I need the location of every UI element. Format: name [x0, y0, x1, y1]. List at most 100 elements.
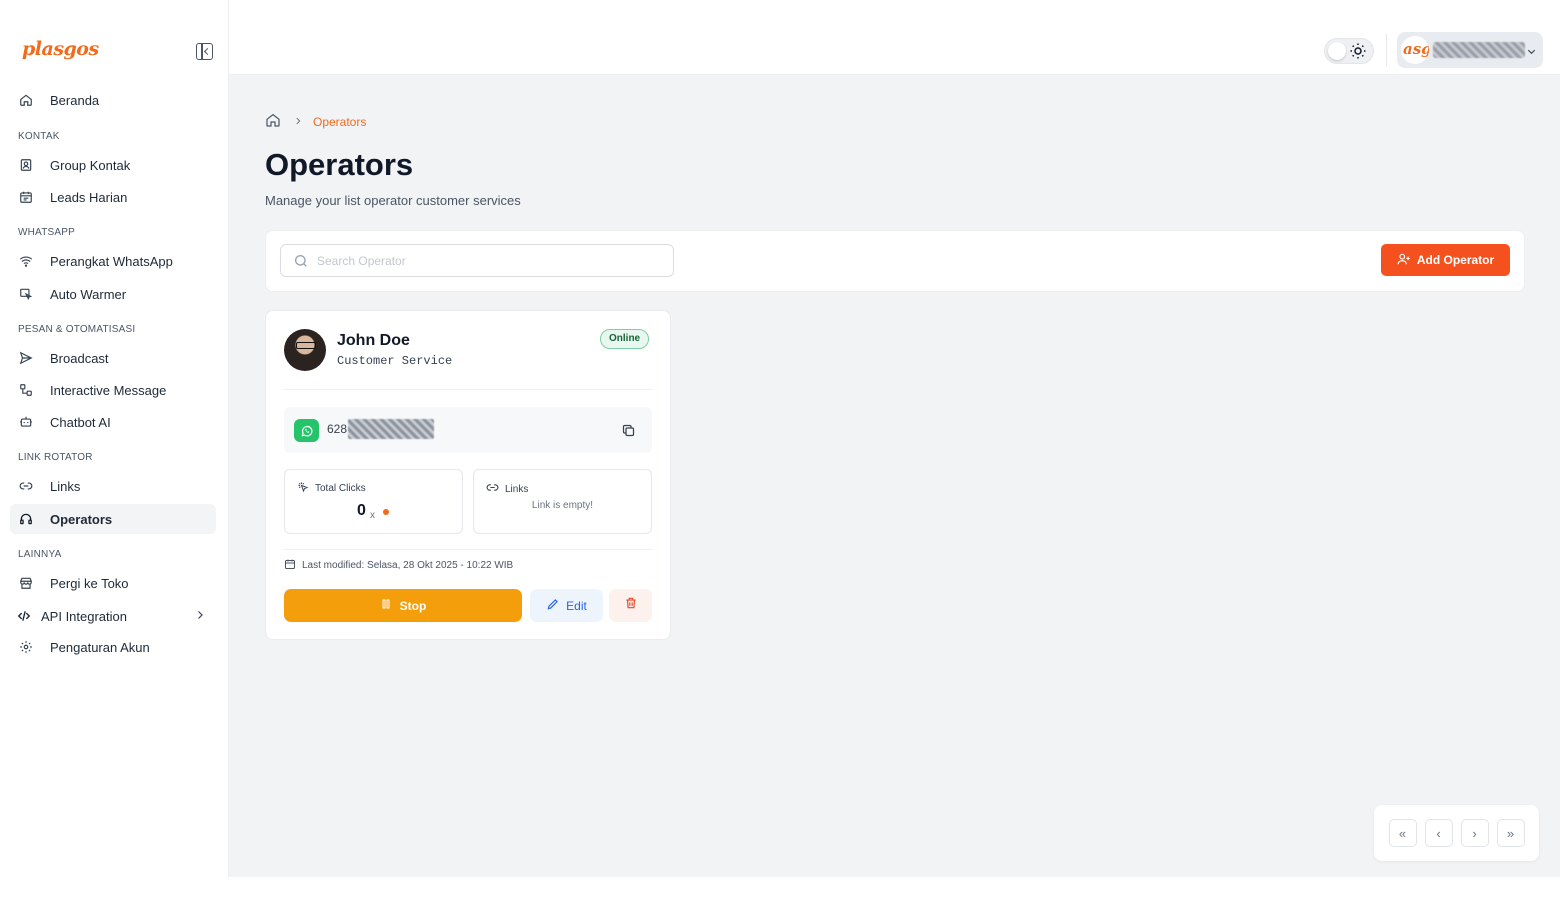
- sidebar-item-chatbot-ai[interactable]: Chatbot AI: [10, 407, 216, 437]
- links-header: Links: [486, 481, 528, 497]
- click-icon: [297, 481, 309, 496]
- sidebar-item-auto-warmer[interactable]: Auto Warmer: [10, 279, 216, 309]
- card-divider: [284, 549, 652, 550]
- pause-icon: [380, 598, 392, 613]
- chevron-right-icon: [194, 609, 206, 624]
- calendar-icon: [18, 189, 34, 205]
- sidebar-item-label: Auto Warmer: [50, 286, 127, 302]
- sidebar-collapse-icon[interactable]: [196, 43, 213, 60]
- auto-warmer-icon: [18, 286, 34, 302]
- sun-icon: [1349, 42, 1367, 65]
- sidebar-item-operators[interactable]: Operators: [10, 504, 216, 534]
- last-page-button[interactable]: »: [1496, 819, 1525, 847]
- sidebar: plasgos Beranda KONTAK Group Kontak Lead…: [0, 0, 229, 877]
- prev-page-button[interactable]: ‹: [1424, 819, 1453, 847]
- edit-label: Edit: [566, 598, 587, 613]
- edit-button[interactable]: Edit: [530, 589, 603, 622]
- page-title: Operators: [265, 147, 414, 182]
- brand-logo[interactable]: plasgos: [22, 38, 99, 60]
- sidebar-item-label: Beranda: [50, 92, 100, 108]
- sidebar-item-label: Interactive Message: [50, 382, 167, 398]
- links-box: Links Link is empty!: [473, 469, 652, 534]
- sidebar-item-beranda[interactable]: Beranda: [10, 85, 216, 115]
- delete-button[interactable]: [609, 589, 652, 622]
- whatsapp-icon: [294, 419, 319, 442]
- sidebar-item-label: Pergi ke Toko: [50, 575, 129, 591]
- interactive-icon: [18, 382, 34, 398]
- clicks-indicator-dot: [383, 509, 389, 515]
- sidebar-item-broadcast[interactable]: Broadcast: [10, 343, 216, 373]
- section-pesan: PESAN & OTOMATISASI: [18, 324, 136, 335]
- search-icon: [293, 253, 309, 274]
- home-icon[interactable]: [265, 112, 281, 131]
- total-clicks-header: Total Clicks: [297, 481, 366, 496]
- breadcrumb-separator-icon: [293, 115, 303, 129]
- links-empty-text: Link is empty!: [531, 500, 594, 511]
- section-kontak: KONTAK: [18, 131, 60, 142]
- clicks-unit: x: [370, 510, 375, 521]
- last-modified: Last modified: Selasa, 28 Okt 2025 - 10:…: [284, 558, 513, 573]
- sidebar-item-label: API Integration: [41, 608, 127, 624]
- user-avatar-logo: asg: [1401, 36, 1429, 64]
- sidebar-item-label: Links: [50, 478, 81, 494]
- sidebar-item-group-kontak[interactable]: Group Kontak: [10, 150, 216, 180]
- search-box: [280, 244, 674, 277]
- last-modified-text: Last modified: Selasa, 28 Okt 2025 - 10:…: [302, 560, 514, 571]
- topbar-divider: [1386, 34, 1387, 66]
- sidebar-item-label: Chatbot AI: [50, 414, 111, 430]
- sidebar-item-links[interactable]: Links: [10, 471, 216, 501]
- trash-icon: [624, 596, 638, 615]
- operator-avatar: [284, 329, 326, 371]
- theme-toggle[interactable]: [1324, 38, 1374, 64]
- redacted-username: [1433, 42, 1525, 58]
- app: plasgos Beranda KONTAK Group Kontak Lead…: [0, 0, 1560, 877]
- next-page-button[interactable]: ›: [1460, 819, 1489, 847]
- status-badge: Online: [600, 329, 650, 349]
- stop-button[interactable]: Stop: [284, 589, 522, 622]
- headset-icon: [18, 511, 34, 527]
- section-lainnya: LAINNYA: [18, 549, 62, 560]
- sidebar-item-label: Pengaturan Akun: [50, 639, 150, 655]
- add-operator-button[interactable]: Add Operator: [1381, 244, 1510, 276]
- chevron-down-icon: [1526, 44, 1537, 62]
- search-input[interactable]: [317, 251, 657, 271]
- bot-icon: [18, 414, 34, 430]
- code-icon: [16, 608, 32, 624]
- sidebar-item-pergi-ke-toko[interactable]: Pergi ke Toko: [10, 568, 216, 598]
- copy-icon[interactable]: [621, 423, 636, 443]
- link-icon: [486, 481, 499, 497]
- section-whatsapp: WHATSAPP: [18, 227, 75, 238]
- first-page-button[interactable]: «: [1388, 819, 1417, 847]
- total-clicks-label: Total Clicks: [315, 483, 366, 494]
- toggle-knob: [1328, 42, 1346, 60]
- sidebar-item-pengaturan-akun[interactable]: Pengaturan Akun: [10, 632, 216, 662]
- operators-toolbar: Add Operator: [265, 230, 1525, 292]
- settings-icon: [18, 639, 34, 655]
- operator-role: Customer Service: [337, 354, 453, 368]
- breadcrumb: Operators: [265, 112, 366, 131]
- link-icon: [18, 478, 34, 494]
- sidebar-item-label: Group Kontak: [50, 157, 131, 173]
- calendar-icon: [284, 558, 296, 573]
- sidebar-item-interactive-message[interactable]: Interactive Message: [10, 375, 216, 405]
- page-subtitle: Manage your list operator customer servi…: [265, 193, 521, 208]
- card-divider: [284, 389, 652, 390]
- links-label: Links: [505, 483, 529, 495]
- contact-icon: [18, 157, 34, 173]
- section-link-rotator: LINK ROTATOR: [18, 452, 93, 463]
- total-clicks-box: Total Clicks 0 x: [284, 469, 463, 534]
- pencil-icon: [546, 597, 560, 614]
- redacted-phone: [348, 419, 434, 439]
- sidebar-item-label: Leads Harian: [50, 189, 128, 205]
- sidebar-item-perangkat-whatsapp[interactable]: Perangkat WhatsApp: [10, 246, 216, 276]
- user-plus-icon: [1397, 252, 1411, 269]
- sidebar-item-label: Operators: [50, 511, 113, 527]
- wifi-icon: [18, 253, 34, 269]
- user-menu[interactable]: asg: [1397, 32, 1543, 68]
- phone-row: 628: [284, 407, 652, 453]
- home-icon: [18, 92, 34, 108]
- store-icon: [18, 575, 34, 591]
- sidebar-item-api-integration[interactable]: API Integration: [10, 601, 216, 631]
- sidebar-item-leads-harian[interactable]: Leads Harian: [10, 182, 216, 212]
- sidebar-item-label: Broadcast: [50, 350, 109, 366]
